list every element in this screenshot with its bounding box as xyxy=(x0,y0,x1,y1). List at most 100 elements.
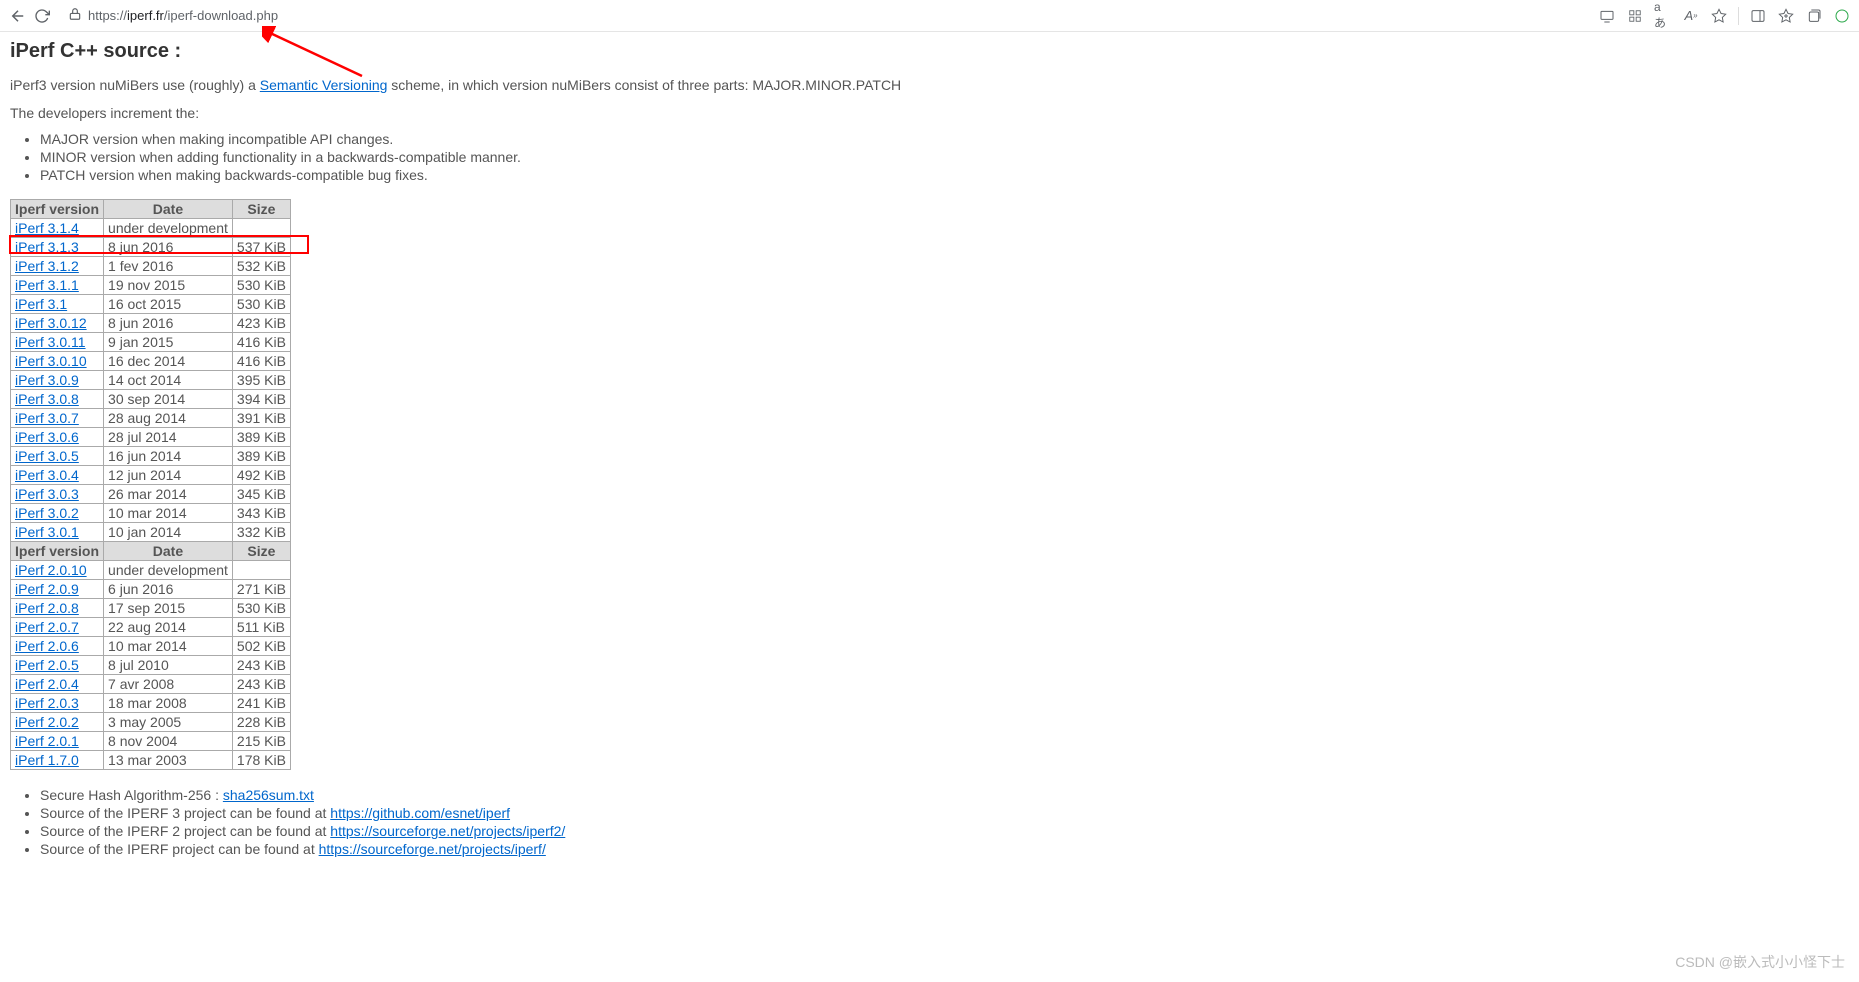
size-cell: 423 KiB xyxy=(232,314,290,333)
table-row: iPerf 3.0.128 jun 2016423 KiB xyxy=(11,314,291,333)
list-item: MAJOR version when making incompatible A… xyxy=(40,131,1849,147)
table-row: iPerf 3.0.728 aug 2014391 KiB xyxy=(11,409,291,428)
right-icons: aあ A» xyxy=(1598,7,1851,25)
size-cell: 502 KiB xyxy=(232,637,290,656)
qr-icon[interactable] xyxy=(1626,7,1644,25)
table-row: iPerf 3.1.2 1 fev 2016532 KiB xyxy=(11,257,291,276)
size-cell: 532 KiB xyxy=(232,257,290,276)
sha256-link[interactable]: sha256sum.txt xyxy=(223,787,314,803)
date-cell: 10 mar 2014 xyxy=(104,504,233,523)
version-link[interactable]: iPerf 3.0.12 xyxy=(15,315,87,331)
version-link[interactable]: iPerf 3.0.2 xyxy=(15,505,79,521)
version-link[interactable]: iPerf 3.1 xyxy=(15,296,67,312)
date-cell: 6 jun 2016 xyxy=(104,580,233,599)
list-item: Source of the IPERF project can be found… xyxy=(40,841,1849,857)
list-item: Source of the IPERF 2 project can be fou… xyxy=(40,823,1849,839)
table-row: iPerf 3.0.1 10 jan 2014332 KiB xyxy=(11,523,291,542)
header-version: Iperf version xyxy=(11,200,104,219)
size-cell: 492 KiB xyxy=(232,466,290,485)
version-link[interactable]: iPerf 3.0.4 xyxy=(15,467,79,483)
reader-icon[interactable]: A» xyxy=(1682,7,1700,25)
version-link[interactable]: iPerf 3.0.5 xyxy=(15,448,79,464)
sidebar-icon[interactable] xyxy=(1749,7,1767,25)
intro-paragraph: iPerf3 version nuMiBers use (roughly) a … xyxy=(10,77,1849,93)
collections-icon[interactable] xyxy=(1805,7,1823,25)
version-link[interactable]: iPerf 3.0.1 xyxy=(15,524,79,540)
version-link[interactable]: iPerf 2.0.4 xyxy=(15,676,79,692)
version-link[interactable]: iPerf 3.0.3 xyxy=(15,486,79,502)
table-row: iPerf 3.116 oct 2015530 KiB xyxy=(11,295,291,314)
table-row: iPerf 3.0.516 jun 2014389 KiB xyxy=(11,447,291,466)
refresh-button[interactable] xyxy=(32,6,52,26)
extension-icon[interactable] xyxy=(1833,7,1851,25)
date-cell: 1 fev 2016 xyxy=(104,257,233,276)
iperf-source-link[interactable]: https://sourceforge.net/projects/iperf/ xyxy=(319,841,546,857)
back-button[interactable] xyxy=(8,6,28,26)
version-link[interactable]: iPerf 2.0.2 xyxy=(15,714,79,730)
table-row: iPerf 3.1.119 nov 2015530 KiB xyxy=(11,276,291,295)
size-cell: 271 KiB xyxy=(232,580,290,599)
size-cell: 416 KiB xyxy=(232,333,290,352)
version-link[interactable]: iPerf 3.0.9 xyxy=(15,372,79,388)
table-row: iPerf 3.1.4under development xyxy=(11,219,291,238)
table-row: iPerf 2.0.18 nov 2004215 KiB xyxy=(11,732,291,751)
version-link[interactable]: iPerf 2.0.10 xyxy=(15,562,87,578)
size-cell: 343 KiB xyxy=(232,504,290,523)
date-cell: 19 nov 2015 xyxy=(104,276,233,295)
table-row: iPerf 3.0.326 mar 2014345 KiB xyxy=(11,485,291,504)
version-link[interactable]: iPerf 2.0.3 xyxy=(15,695,79,711)
date-cell: 9 jan 2015 xyxy=(104,333,233,352)
date-cell: 16 jun 2014 xyxy=(104,447,233,466)
version-link[interactable]: iPerf 3.0.8 xyxy=(15,391,79,407)
version-link[interactable]: iPerf 3.0.7 xyxy=(15,410,79,426)
table-row: iPerf 3.0.412 jun 2014492 KiB xyxy=(11,466,291,485)
size-cell: 178 KiB xyxy=(232,751,290,770)
version-link[interactable]: iPerf 3.0.6 xyxy=(15,429,79,445)
version-link[interactable]: iPerf 3.1.2 xyxy=(15,258,79,274)
version-link[interactable]: iPerf 2.0.1 xyxy=(15,733,79,749)
table-row: iPerf 3.0.11 9 jan 2015416 KiB xyxy=(11,333,291,352)
table-row: iPerf 2.0.722 aug 2014511 KiB xyxy=(11,618,291,637)
version-link[interactable]: iPerf 3.1.1 xyxy=(15,277,79,293)
semantic-versioning-link[interactable]: Semantic Versioning xyxy=(260,77,388,93)
list-item: Source of the IPERF 3 project can be fou… xyxy=(40,805,1849,821)
version-link[interactable]: iPerf 3.1.4 xyxy=(15,220,79,236)
table-row: iPerf 3.0.830 sep 2014394 KiB xyxy=(11,390,291,409)
size-cell xyxy=(232,561,290,580)
favorites-icon[interactable] xyxy=(1777,7,1795,25)
date-cell: 8 jul 2010 xyxy=(104,656,233,675)
table-row: iPerf 1.7.013 mar 2003178 KiB xyxy=(11,751,291,770)
nav-buttons xyxy=(8,6,52,26)
version-link[interactable]: iPerf 3.0.11 xyxy=(15,334,86,350)
size-cell: 389 KiB xyxy=(232,428,290,447)
version-link[interactable]: iPerf 2.0.8 xyxy=(15,600,79,616)
url-bar[interactable]: https://iperf.fr/iperf-download.php xyxy=(60,5,1590,26)
page-content: iPerf C++ source : iPerf3 version nuMiBe… xyxy=(0,32,1859,867)
size-cell: 332 KiB xyxy=(232,523,290,542)
version-link[interactable]: iPerf 2.0.5 xyxy=(15,657,79,673)
header-size: Size xyxy=(232,200,290,219)
table-row: iPerf 2.0.318 mar 2008241 KiB xyxy=(11,694,291,713)
date-cell: 16 dec 2014 xyxy=(104,352,233,371)
table-row: iPerf 2.0.817 sep 2015530 KiB xyxy=(11,599,291,618)
date-cell: 10 jan 2014 xyxy=(104,523,233,542)
device-icon[interactable] xyxy=(1598,7,1616,25)
date-cell: 7 avr 2008 xyxy=(104,675,233,694)
table-row: iPerf 3.1.38 jun 2016537 KiB xyxy=(11,238,291,257)
size-cell: 416 KiB xyxy=(232,352,290,371)
version-link[interactable]: iPerf 2.0.9 xyxy=(15,581,79,597)
increment-rules-list: MAJOR version when making incompatible A… xyxy=(10,131,1849,183)
star-icon[interactable] xyxy=(1710,7,1728,25)
version-link[interactable]: iPerf 2.0.6 xyxy=(15,638,79,654)
version-link[interactable]: iPerf 3.1.3 xyxy=(15,239,79,255)
translate-icon[interactable]: aあ xyxy=(1654,7,1672,25)
list-item: PATCH version when making backwards-comp… xyxy=(40,167,1849,183)
version-link[interactable]: iPerf 2.0.7 xyxy=(15,619,79,635)
url-text: https://iperf.fr/iperf-download.php xyxy=(88,8,278,23)
iperf3-source-link[interactable]: https://github.com/esnet/iperf xyxy=(330,805,510,821)
list-item: Secure Hash Algorithm-256 : sha256sum.tx… xyxy=(40,787,1849,803)
header-date: Date xyxy=(104,542,233,561)
version-link[interactable]: iPerf 1.7.0 xyxy=(15,752,79,768)
version-link[interactable]: iPerf 3.0.10 xyxy=(15,353,87,369)
iperf2-source-link[interactable]: https://sourceforge.net/projects/iperf2/ xyxy=(330,823,565,839)
